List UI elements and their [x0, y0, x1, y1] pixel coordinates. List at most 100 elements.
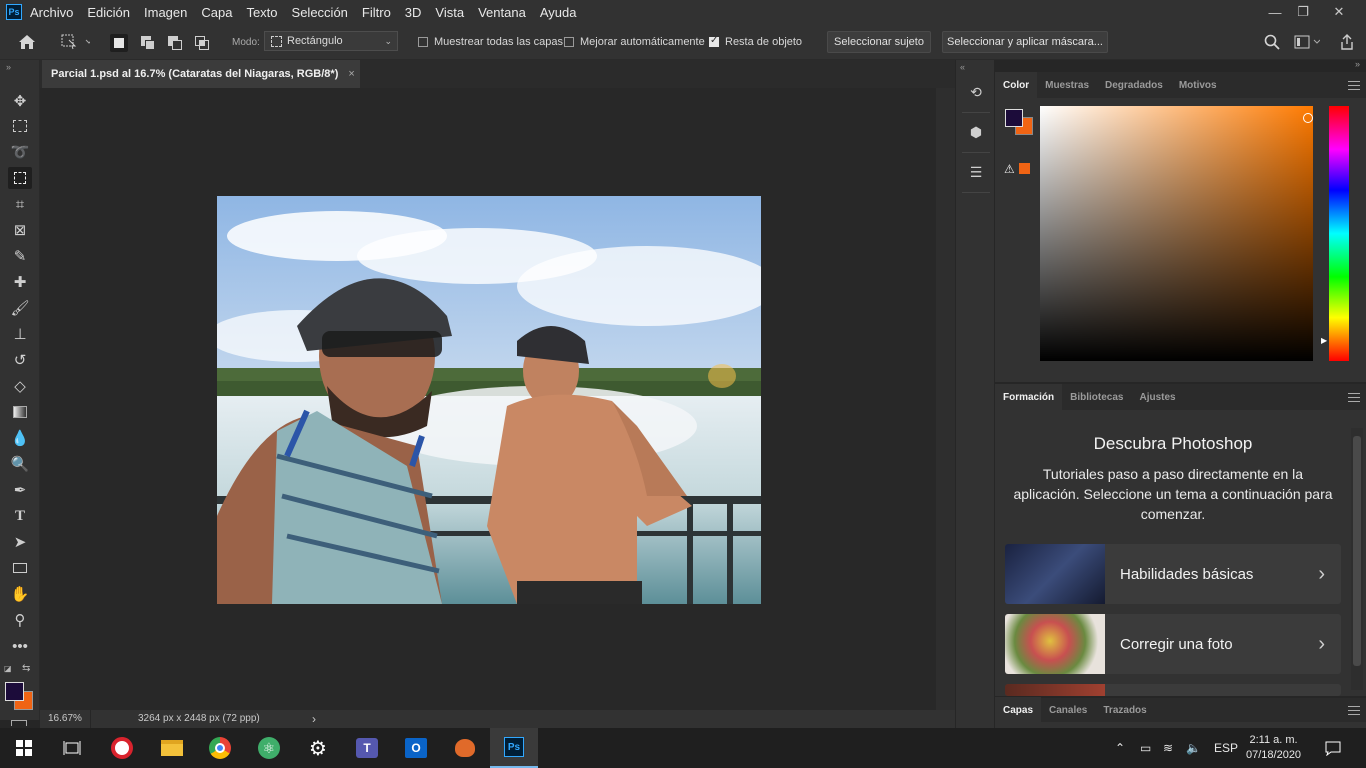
clone-stamp-tool-icon[interactable]: ⊥ [8, 323, 32, 345]
collapse-panels-icon[interactable]: » [1355, 59, 1360, 69]
gradient-tool-icon[interactable] [8, 401, 32, 423]
clock[interactable]: 2:11 a. m. 07/18/2020 [1246, 728, 1301, 768]
panel-menu-icon[interactable] [1348, 393, 1360, 402]
add-to-selection-icon[interactable] [139, 34, 157, 52]
history-brush-tool-icon[interactable]: ↺ [8, 349, 32, 371]
app-orange-icon[interactable] [441, 728, 489, 768]
path-selection-tool-icon[interactable]: ➤ [8, 531, 32, 553]
menu-vista[interactable]: Vista [435, 5, 464, 20]
outlook-icon[interactable]: O [392, 728, 440, 768]
healing-brush-tool-icon[interactable]: ✚ [8, 271, 32, 293]
close-icon[interactable]: ✕ [1324, 0, 1354, 24]
menu-archivo[interactable]: Archivo [30, 5, 73, 20]
properties-panel-icon[interactable]: ☰ [966, 162, 986, 182]
sample-all-layers-checkbox[interactable]: Muestrear todas las capas [418, 24, 563, 60]
zoom-tool-icon[interactable]: ⚲ [8, 609, 32, 631]
learn-scrollbar[interactable] [1351, 428, 1363, 690]
collapse-strip-icon[interactable]: « [960, 62, 965, 72]
menu-ayuda[interactable]: Ayuda [540, 5, 577, 20]
share-icon[interactable] [1340, 24, 1354, 60]
frame-tool-icon[interactable]: ⊠ [8, 219, 32, 241]
color-foreground-swatch[interactable] [1005, 109, 1023, 127]
mode-select[interactable]: Rectángulo ⌄ [264, 31, 398, 51]
subtract-from-selection-icon[interactable] [166, 34, 184, 52]
tab-canales[interactable]: Canales [1041, 697, 1095, 723]
default-colors-icon[interactable]: ◪ [4, 664, 12, 673]
collapse-toolbar-icon[interactable]: » [6, 62, 11, 72]
object-subtract-checkbox[interactable]: Resta de objeto [709, 24, 802, 60]
foreground-color-swatch[interactable] [5, 682, 24, 701]
menu-edicion[interactable]: Edición [87, 5, 130, 20]
settings-icon[interactable]: ⚙ [294, 728, 342, 768]
tab-color[interactable]: Color [995, 72, 1038, 98]
tab-trazados[interactable]: Trazados [1095, 697, 1154, 723]
hue-slider-handle[interactable]: ▶ [1321, 336, 1327, 345]
crop-tool-icon[interactable]: ⌗ [8, 193, 32, 215]
gamut-swatch[interactable] [1019, 163, 1030, 174]
close-tab-icon[interactable]: × [348, 68, 354, 80]
menu-seleccion[interactable]: Selección [292, 5, 348, 20]
menu-3d[interactable]: 3D [405, 5, 422, 20]
document-image[interactable] [217, 196, 761, 604]
volume-muted-icon[interactable]: 🔈 [1186, 728, 1201, 768]
swap-colors-icon[interactable]: ⇆ [22, 663, 30, 674]
menu-filtro[interactable]: Filtro [362, 5, 391, 20]
tab-formacion[interactable]: Formación [995, 384, 1063, 410]
menu-texto[interactable]: Texto [246, 5, 277, 20]
new-selection-icon[interactable] [110, 34, 128, 52]
auto-enhance-checkbox[interactable]: Mejorar automáticamente [564, 24, 705, 60]
tab-ajustes[interactable]: Ajustes [1131, 384, 1183, 410]
tab-degradados[interactable]: Degradados [1097, 72, 1171, 98]
language-indicator[interactable]: ESP [1214, 728, 1238, 768]
restore-icon[interactable]: ❐ [1288, 0, 1318, 24]
lasso-tool-icon[interactable]: ➰ [8, 141, 32, 163]
warning-icon[interactable]: ⚠ [1004, 162, 1015, 176]
minimize-icon[interactable]: — [1260, 0, 1290, 24]
quick-mask-icon[interactable] [11, 720, 27, 726]
select-subject-button[interactable]: Seleccionar sujeto [827, 31, 931, 53]
color-field[interactable] [1040, 106, 1313, 361]
marquee-tool-icon[interactable] [8, 115, 32, 137]
color-picker-handle[interactable] [1303, 113, 1313, 123]
battery-icon[interactable]: ▭ [1140, 728, 1151, 768]
file-explorer-icon[interactable] [148, 728, 196, 768]
wifi-icon[interactable]: ≋ [1163, 728, 1173, 768]
search-icon[interactable] [1264, 24, 1280, 60]
hue-slider[interactable] [1329, 106, 1349, 361]
hand-tool-icon[interactable]: ✋ [8, 583, 32, 605]
tab-muestras[interactable]: Muestras [1037, 72, 1097, 98]
home-icon[interactable] [18, 24, 36, 60]
atom-app-icon[interactable]: ⚛ [245, 728, 293, 768]
photoshop-taskbar-icon[interactable]: Ps [490, 728, 538, 768]
teams-icon[interactable]: T [343, 728, 391, 768]
rectangle-tool-icon[interactable] [8, 557, 32, 579]
blur-tool-icon[interactable]: 💧 [8, 427, 32, 449]
tab-capas[interactable]: Capas [995, 697, 1042, 723]
intersect-selection-icon[interactable] [193, 34, 211, 52]
windows-start-icon[interactable] [0, 728, 48, 768]
app-red-circle-icon[interactable] [98, 728, 146, 768]
task-view-icon[interactable] [48, 728, 96, 768]
move-tool-icon[interactable]: ✥ [8, 90, 32, 112]
object-selection-tool-icon[interactable] [8, 167, 32, 189]
learn-card-fix-photo[interactable]: Corregir una foto › [1005, 614, 1341, 674]
workspace-icon[interactable] [1294, 24, 1320, 60]
history-panel-icon[interactable]: ⟲ [966, 82, 986, 102]
dodge-tool-icon[interactable]: 🔍 [8, 453, 32, 475]
eraser-tool-icon[interactable]: ◇ [8, 375, 32, 397]
zoom-level[interactable]: 16.67% [48, 713, 82, 724]
tab-motivos[interactable]: Motivos [1171, 72, 1225, 98]
menu-imagen[interactable]: Imagen [144, 5, 187, 20]
pen-tool-icon[interactable]: ✒ [8, 479, 32, 501]
learn-card-basic-skills[interactable]: Habilidades básicas › [1005, 544, 1341, 604]
menu-capa[interactable]: Capa [201, 5, 232, 20]
eyedropper-tool-icon[interactable]: ✎ [8, 245, 32, 267]
panel-menu-icon[interactable] [1348, 81, 1360, 90]
status-menu-arrow-icon[interactable]: › [312, 712, 316, 726]
select-and-mask-button[interactable]: Seleccionar y aplicar máscara... [942, 31, 1108, 53]
more-tools-icon[interactable]: ••• [8, 635, 32, 657]
chrome-icon[interactable] [196, 728, 244, 768]
type-tool-icon[interactable]: T [8, 505, 32, 527]
tray-chevron-up-icon[interactable]: ⌃ [1115, 728, 1125, 768]
panel-menu-icon[interactable] [1348, 706, 1360, 715]
